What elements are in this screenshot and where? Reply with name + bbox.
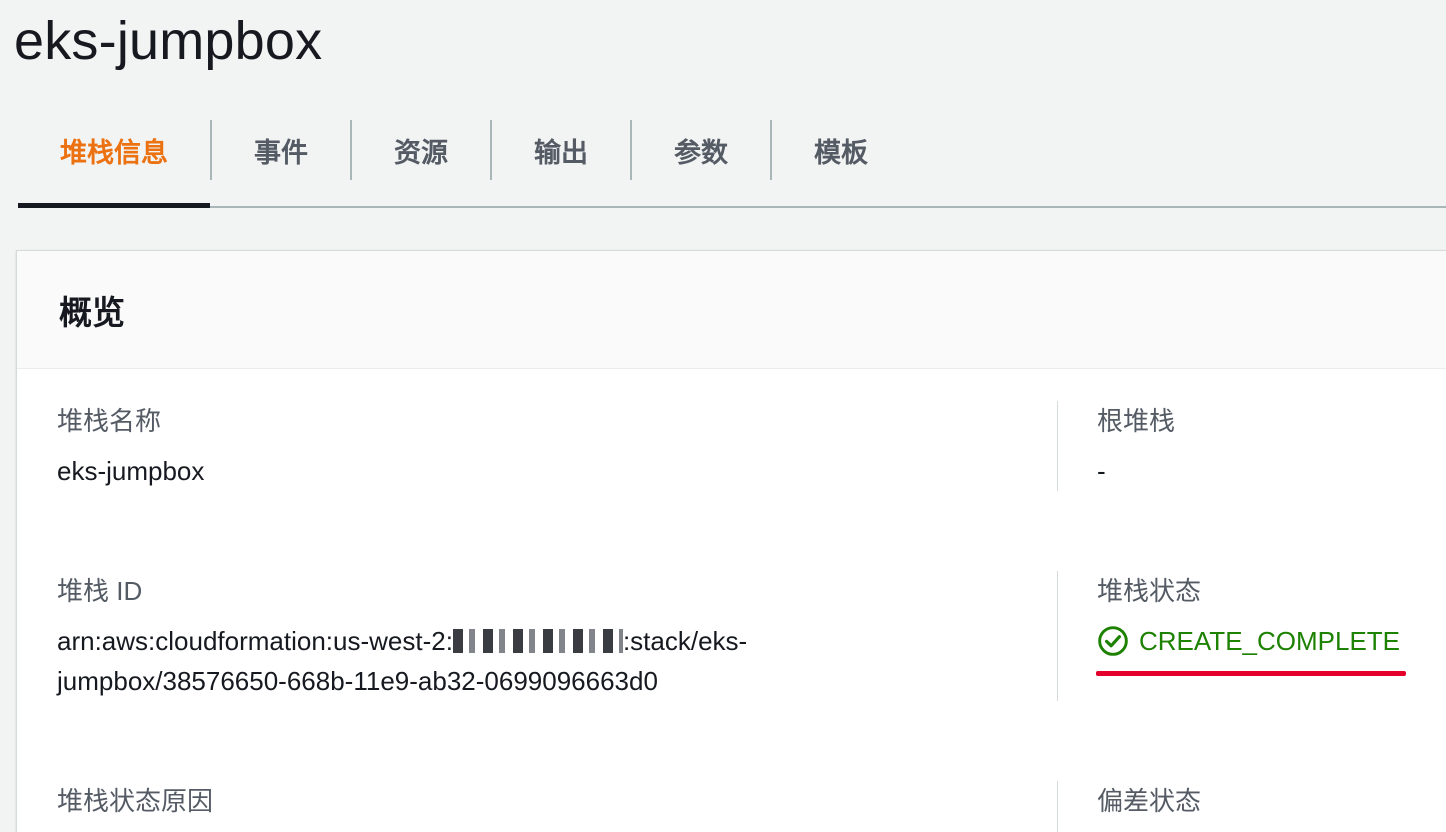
stack-status-reason-field: 堆栈状态原因 [57,781,1057,821]
stack-id-value: arn:aws:cloudformation:us-west-2::stack/… [57,621,857,701]
column-divider [1057,571,1058,701]
tab-outputs[interactable]: 输出 [490,120,630,180]
stack-name-field: 堆栈名称 eks-jumpbox [57,401,1057,491]
stack-status-text: CREATE_COMPLETE [1139,626,1401,656]
tab-events[interactable]: 事件 [210,120,350,180]
stack-name-value: eks-jumpbox [57,456,205,486]
cloudformation-stack-page: eks-jumpbox 堆栈信息 事件 资源 输出 参数 模板 概览 堆栈名称 … [0,0,1446,832]
stack-status-field: 堆栈状态 CREATE_COMPLETE [1097,571,1446,661]
root-stack-label: 根堆栈 [1097,406,1176,436]
stack-status-reason-label: 堆栈状态原因 [57,786,214,816]
stack-tabs: 堆栈信息 事件 资源 输出 参数 模板 [18,120,1446,208]
redacted-account-id [452,629,623,653]
check-circle-icon [1098,626,1128,656]
stack-id-prefix: arn:aws:cloudformation:us-west-2: [57,626,453,656]
overview-panel: 概览 堆栈名称 eks-jumpbox 根堆栈 - 堆栈 ID arn:aws:… [16,250,1446,832]
root-stack-field: 根堆栈 - [1097,401,1446,491]
column-divider [1057,781,1058,832]
stack-status-label: 堆栈状态 [1097,576,1202,606]
tab-stack-info[interactable]: 堆栈信息 [18,120,210,208]
stack-status-value: CREATE_COMPLETE [1097,621,1446,661]
column-divider [1057,401,1058,491]
drift-status-field: 偏差状态 [1097,781,1446,821]
overview-header: 概览 [17,251,1446,369]
stack-id-label: 堆栈 ID [57,576,143,606]
tab-parameters[interactable]: 参数 [630,120,770,180]
tab-resources[interactable]: 资源 [350,120,490,180]
stack-id-field: 堆栈 ID arn:aws:cloudformation:us-west-2::… [57,571,1057,701]
root-stack-value: - [1097,456,1106,486]
annotation-underline [1096,671,1406,676]
overview-title: 概览 [59,293,125,331]
stack-name-label: 堆栈名称 [57,406,162,436]
tab-template[interactable]: 模板 [770,120,910,180]
page-title: eks-jumpbox [14,11,323,71]
drift-status-label: 偏差状态 [1097,786,1202,816]
